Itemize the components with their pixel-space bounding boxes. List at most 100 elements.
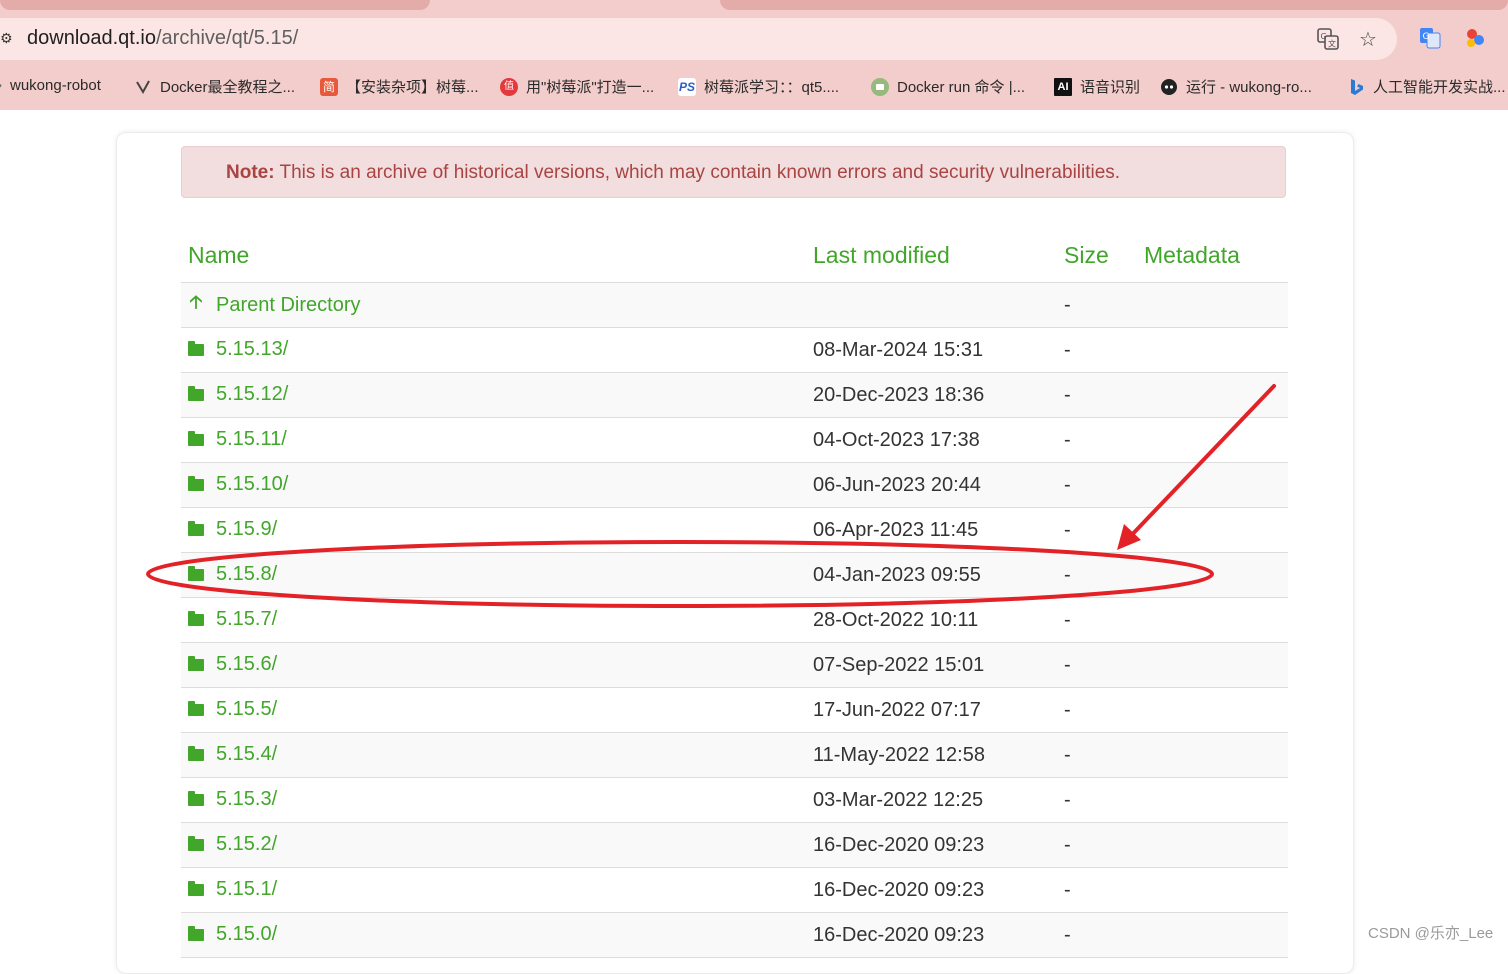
url-text[interactable]: download.qt.io/archive/qt/5.15/ <box>27 27 298 50</box>
directory-name: 5.15.9/ <box>216 518 278 541</box>
last-modified-cell: 28-Oct-2022 10:11 <box>806 597 1057 643</box>
header-metadata[interactable]: Metadata <box>1137 229 1288 283</box>
folder-icon <box>188 340 204 356</box>
directory-link[interactable]: 5.15.1/ <box>188 878 277 901</box>
size-cell: - <box>1057 777 1137 823</box>
parent-size-cell: - <box>1057 282 1137 328</box>
header-last-modified[interactable]: Last modified <box>806 229 1057 283</box>
bookmark-raspberry-build[interactable]: 值 用"树莓派"打造一... <box>500 76 654 97</box>
bookmark-run-wukong[interactable]: 运行 - wukong-ro... <box>1160 76 1312 97</box>
header-name[interactable]: Name <box>181 229 806 283</box>
directory-link[interactable]: 5.15.7/ <box>188 608 277 631</box>
archive-note: Note: This is an archive of historical v… <box>181 146 1286 198</box>
bookmark-star-icon[interactable]: ☆ <box>1356 28 1380 52</box>
ai-icon: AI <box>1054 77 1072 96</box>
folder-icon <box>188 385 204 401</box>
name-cell: 5.15.12/ <box>181 372 806 418</box>
directory-link[interactable]: 5.15.3/ <box>188 788 277 811</box>
github-icon <box>1160 78 1178 96</box>
metadata-cell <box>1137 327 1288 373</box>
directory-link[interactable]: 5.15.0/ <box>188 923 277 946</box>
bookmark-install-misc[interactable]: 简 【安装杂项】树莓... <box>320 76 479 97</box>
directory-link[interactable]: 5.15.4/ <box>188 743 277 766</box>
size-cell: - <box>1057 417 1137 463</box>
bookmark-label: Docker最全教程之... <box>160 79 296 96</box>
metadata-cell <box>1137 732 1288 778</box>
directory-name: 5.15.5/ <box>216 698 278 721</box>
table-row: 5.15.10/06-Jun-2023 20:44- <box>181 462 1288 508</box>
docker-icon <box>134 78 152 96</box>
bookmark-label: 语音识别 <box>1080 79 1141 96</box>
table-row: 5.15.11/04-Oct-2023 17:38- <box>181 417 1288 463</box>
directory-link[interactable]: 5.15.9/ <box>188 518 277 541</box>
table-row: 5.15.2/16-Dec-2020 09:23- <box>181 822 1288 868</box>
directory-link[interactable]: 5.15.6/ <box>188 653 277 676</box>
directory-link[interactable]: 5.15.10/ <box>188 473 288 496</box>
table-row: 5.15.8/04-Jan-2023 09:55- <box>181 552 1288 598</box>
metadata-cell <box>1137 417 1288 463</box>
folder-icon <box>188 790 204 806</box>
bookmark-label: wukong-robot <box>10 76 101 94</box>
bookmark-ai-dev[interactable]: 人工智能开发实战... <box>1347 76 1506 97</box>
directory-link[interactable]: 5.15.12/ <box>188 383 288 406</box>
browser-chrome: ⚙ download.qt.io/archive/qt/5.15/ G文 ☆ G… <box>0 0 1508 110</box>
table-row: 5.15.5/17-Jun-2022 07:17- <box>181 687 1288 733</box>
size-cell: - <box>1057 912 1137 958</box>
metadata-cell <box>1137 372 1288 418</box>
folder-icon <box>188 610 204 626</box>
name-cell: 5.15.5/ <box>181 687 806 733</box>
directory-link[interactable]: 5.15.5/ <box>188 698 277 721</box>
directory-name: 5.15.0/ <box>216 923 278 946</box>
extension-dots-icon[interactable] <box>1462 27 1488 53</box>
size-cell: - <box>1057 372 1137 418</box>
parent-name-cell: 🡡 Parent Directory <box>181 282 806 328</box>
directory-link[interactable]: 5.15.8/ <box>188 563 277 586</box>
name-cell: 5.15.11/ <box>181 417 806 463</box>
parent-directory-link[interactable]: 🡡 Parent Directory <box>188 290 361 320</box>
bookmark-label: 人工智能开发实战... <box>1373 79 1506 96</box>
up-arrow-icon: 🡡 <box>189 292 203 312</box>
bookmark-raspberry-qt5[interactable]: PS 树莓派学习：：qt5.... <box>678 76 839 97</box>
bookmark-docker-tutorial[interactable]: Docker最全教程之... <box>134 76 295 97</box>
size-cell: - <box>1057 687 1137 733</box>
folder-icon <box>188 430 204 446</box>
directory-link[interactable]: 5.15.2/ <box>188 833 277 856</box>
last-modified-cell: 08-Mar-2024 15:31 <box>806 327 1057 373</box>
browser-tab-left[interactable] <box>0 0 430 10</box>
name-cell: 5.15.0/ <box>181 912 806 958</box>
size-cell: - <box>1057 462 1137 508</box>
bookmark-speech-recognition[interactable]: AI 语音识别 <box>1054 76 1140 97</box>
directory-listing-table: Name Last modified Size Metadata 🡡 Paren… <box>181 229 1288 958</box>
url-path: /archive/qt/5.15/ <box>155 27 299 49</box>
metadata-cell <box>1137 507 1288 553</box>
ps-icon: PS <box>678 77 696 96</box>
name-cell: 5.15.6/ <box>181 642 806 688</box>
directory-link[interactable]: 5.15.13/ <box>188 338 288 361</box>
note-label: Note: <box>226 162 275 183</box>
directory-name: 5.15.12/ <box>216 383 289 406</box>
bookmark-label: Docker run 命令 |... <box>897 79 1026 96</box>
zhi-icon: 值 <box>500 77 518 96</box>
header-size[interactable]: Size <box>1057 229 1137 283</box>
site-info-icon[interactable]: ⚙ <box>0 30 14 48</box>
translate-icon[interactable]: G文 <box>1316 28 1340 52</box>
last-modified-cell: 04-Oct-2023 17:38 <box>806 417 1057 463</box>
name-cell: 5.15.10/ <box>181 462 806 508</box>
parent-metadata-cell <box>1137 282 1288 328</box>
bookmark-label: 树莓派学习：：qt5.... <box>704 79 840 96</box>
directory-name: 5.15.4/ <box>216 743 278 766</box>
name-cell: 5.15.2/ <box>181 822 806 868</box>
google-translate-extension-icon[interactable]: G <box>1417 27 1443 53</box>
size-cell: - <box>1057 822 1137 868</box>
bookmark-wukong-robot[interactable]: › wukong-robot <box>0 76 101 94</box>
directory-link[interactable]: 5.15.11/ <box>188 428 287 451</box>
last-modified-cell: 16-Dec-2020 09:23 <box>806 867 1057 913</box>
parent-modified-cell <box>806 282 1057 328</box>
browser-tab-right[interactable] <box>720 0 1508 10</box>
last-modified-cell: 06-Apr-2023 11:45 <box>806 507 1057 553</box>
bookmark-docker-run[interactable]: Docker run 命令 |... <box>871 76 1025 97</box>
folder-icon <box>188 925 204 941</box>
folder-icon <box>188 700 204 716</box>
directory-name: 5.15.10/ <box>216 473 289 496</box>
directory-name: 5.15.13/ <box>216 338 289 361</box>
